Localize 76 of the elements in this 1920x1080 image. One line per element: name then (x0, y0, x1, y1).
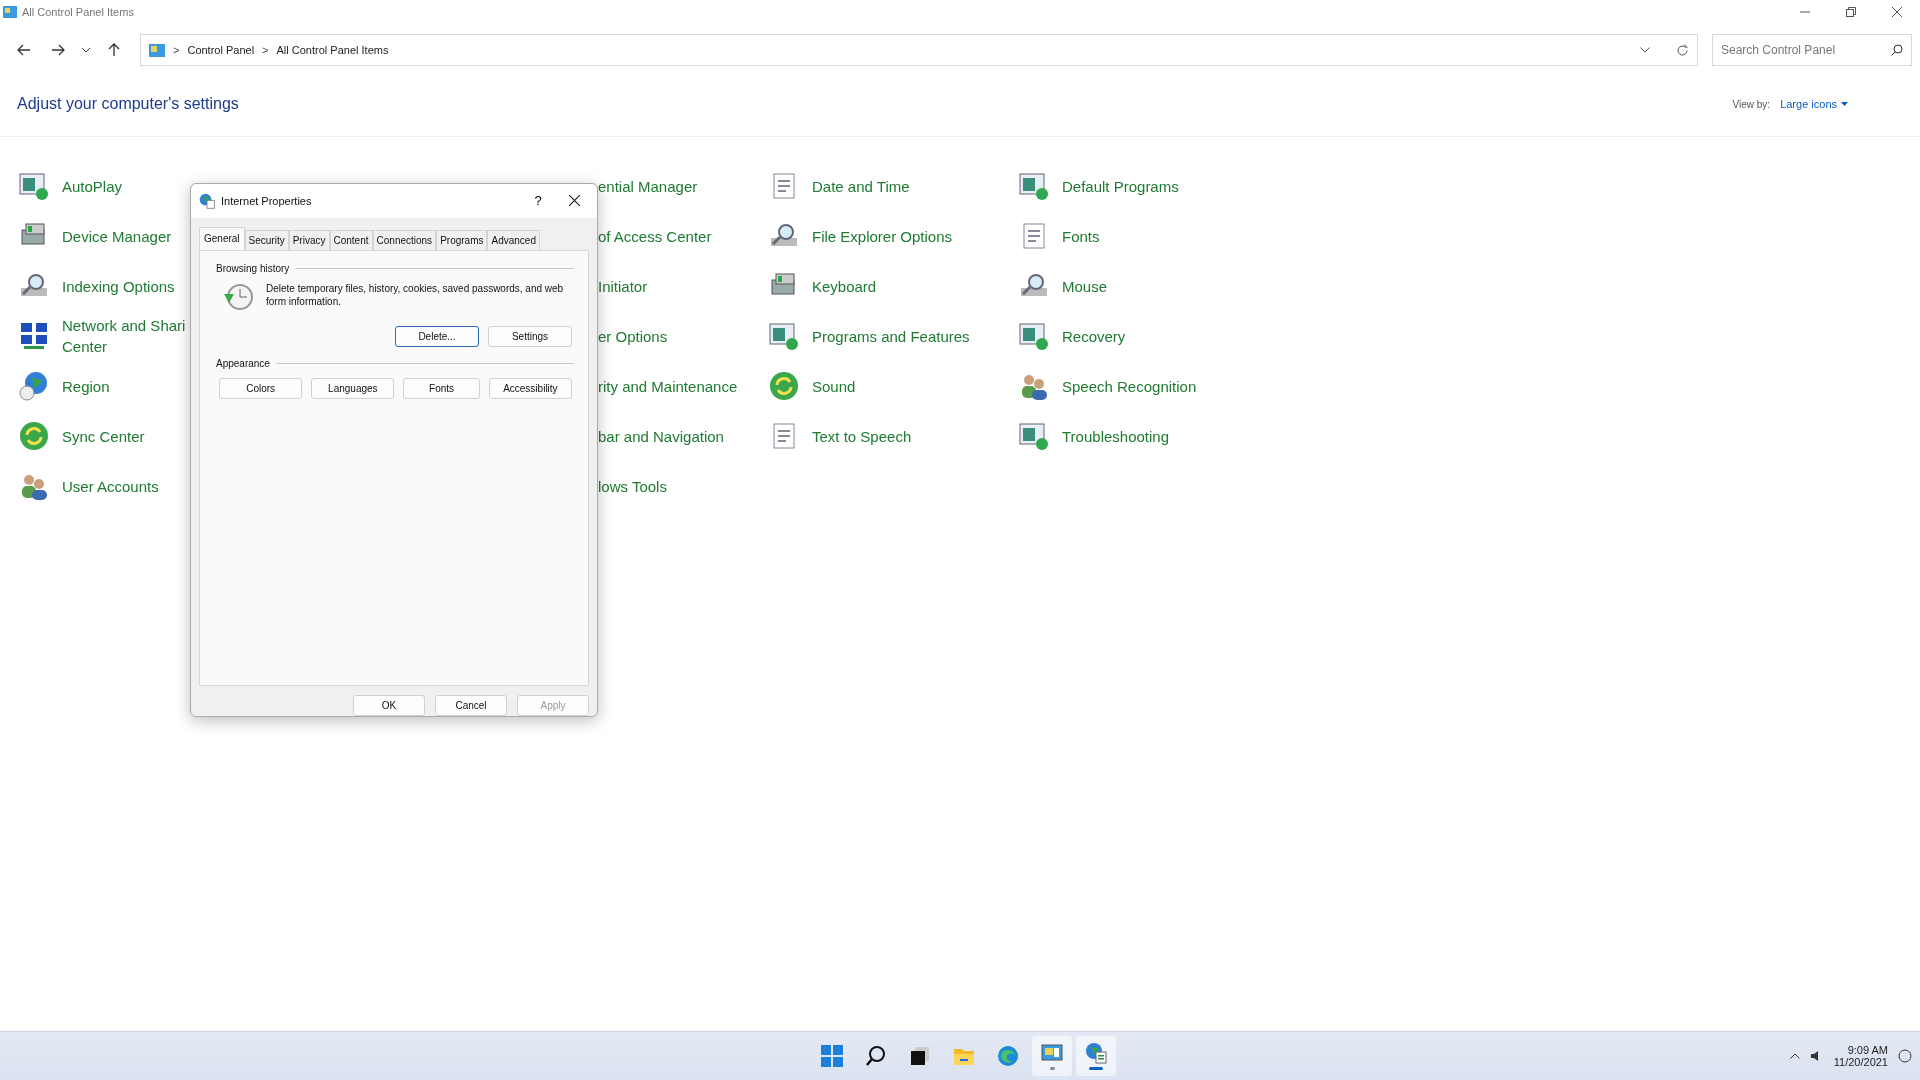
control-panel-item[interactable]: Keyboard (768, 261, 1018, 311)
window-icon (1018, 420, 1050, 452)
dialog-button[interactable]: Cancel (435, 695, 507, 716)
control-panel-item[interactable]: File Explorer Options (768, 211, 1018, 261)
control-panel-icon (1041, 1042, 1063, 1064)
window-icon (768, 320, 800, 352)
browser-icon (997, 1045, 1019, 1067)
tab[interactable]: Connections (372, 229, 437, 250)
notification-icon[interactable] (1898, 1049, 1912, 1063)
chevron-down-icon (82, 47, 90, 53)
up-arrow-icon (108, 43, 120, 57)
dialog-button[interactable]: OK (353, 695, 425, 716)
globe-document-icon (199, 192, 215, 209)
caret-icon (1841, 102, 1848, 106)
group-title: Browsing history (216, 262, 290, 274)
chevron-up-icon[interactable] (1789, 1053, 1800, 1059)
control-panel-item[interactable]: Text to Speech (768, 411, 1018, 461)
control-panel-item[interactable]: Date and Time (768, 161, 1018, 211)
dialog-button[interactable]: Languages (311, 377, 395, 399)
search-icon (865, 1045, 887, 1067)
control-panel-item[interactable]: Default Programs (1018, 161, 1268, 211)
search-field[interactable]: Search Control Panel (1712, 34, 1912, 66)
dialog-button[interactable]: Accessibility (488, 377, 572, 399)
tab[interactable]: Security (244, 229, 289, 250)
chevron-down-icon[interactable] (1640, 47, 1650, 53)
dialog-button[interactable]: Colors (219, 377, 303, 399)
breadcrumb-separator: > (262, 44, 269, 56)
breadcrumb[interactable]: Control Panel (187, 44, 255, 56)
close-icon (568, 195, 580, 207)
window-title: All Control Panel Items (22, 6, 134, 18)
restore-icon (1846, 7, 1856, 17)
page-heading: Adjust your computer's settings (17, 95, 239, 113)
sync-icon (768, 370, 800, 402)
clock[interactable]: 9:09 AM 11/20/2021 (1833, 1044, 1888, 1068)
refresh-icon[interactable] (1676, 43, 1689, 57)
control-panel-icon (3, 6, 17, 18)
task-view-icon (909, 1045, 931, 1067)
forward-arrow-icon (51, 44, 65, 56)
sync-icon (18, 420, 50, 452)
dialog-button[interactable]: Delete... (395, 325, 479, 347)
view-by-dropdown[interactable]: Large icons (1780, 98, 1848, 110)
control-panel-item[interactable]: Fonts (1018, 211, 1268, 261)
dialog-button[interactable]: Settings (488, 325, 572, 347)
control-panel-item[interactable]: Speech Recognition (1018, 361, 1268, 411)
control-panel-item[interactable]: Sound (768, 361, 1018, 411)
globe-icon (18, 370, 50, 402)
window-icon (1018, 320, 1050, 352)
control-panel-item[interactable]: Programs and Features (768, 311, 1018, 361)
control-panel-item[interactable]: User Accounts (18, 461, 268, 511)
tab[interactable]: Content (329, 229, 373, 250)
search-icon[interactable] (1891, 44, 1903, 56)
control-panel-icon (149, 43, 165, 57)
dialog-title: Internet Properties (221, 194, 313, 207)
breadcrumb-separator: > (173, 44, 180, 56)
back-arrow-icon (17, 44, 31, 56)
control-panel-item[interactable]: Mouse (1018, 261, 1268, 311)
group-title: Appearance (216, 357, 270, 369)
dialog-button[interactable]: Fonts (403, 377, 480, 399)
globe-document-icon (1085, 1042, 1107, 1064)
view-by-label: View by: (1732, 98, 1771, 110)
tab[interactable]: Privacy (288, 229, 330, 250)
description-text: Delete temporary files, history, cookies, saved passwords, and web form information. (266, 281, 565, 309)
window-icon (18, 170, 50, 202)
tab[interactable]: Programs (436, 229, 488, 250)
control-panel-item[interactable]: Troubleshooting (1018, 411, 1268, 461)
control-panel-item[interactable]: Sync Center (18, 411, 268, 461)
windows-logo-icon (821, 1045, 843, 1067)
breadcrumb[interactable]: All Control Panel Items (276, 44, 389, 56)
network-icon (18, 320, 50, 352)
tab[interactable]: Advanced (487, 229, 540, 250)
window-icon (1018, 170, 1050, 202)
help-button[interactable]: ? (523, 192, 553, 210)
close-icon (1892, 7, 1902, 17)
control-panel-item[interactable]: Recovery (1018, 311, 1268, 361)
address-bar[interactable]: > Control Panel > All Control Panel Items (140, 34, 1698, 66)
tab[interactable]: General (199, 226, 245, 250)
